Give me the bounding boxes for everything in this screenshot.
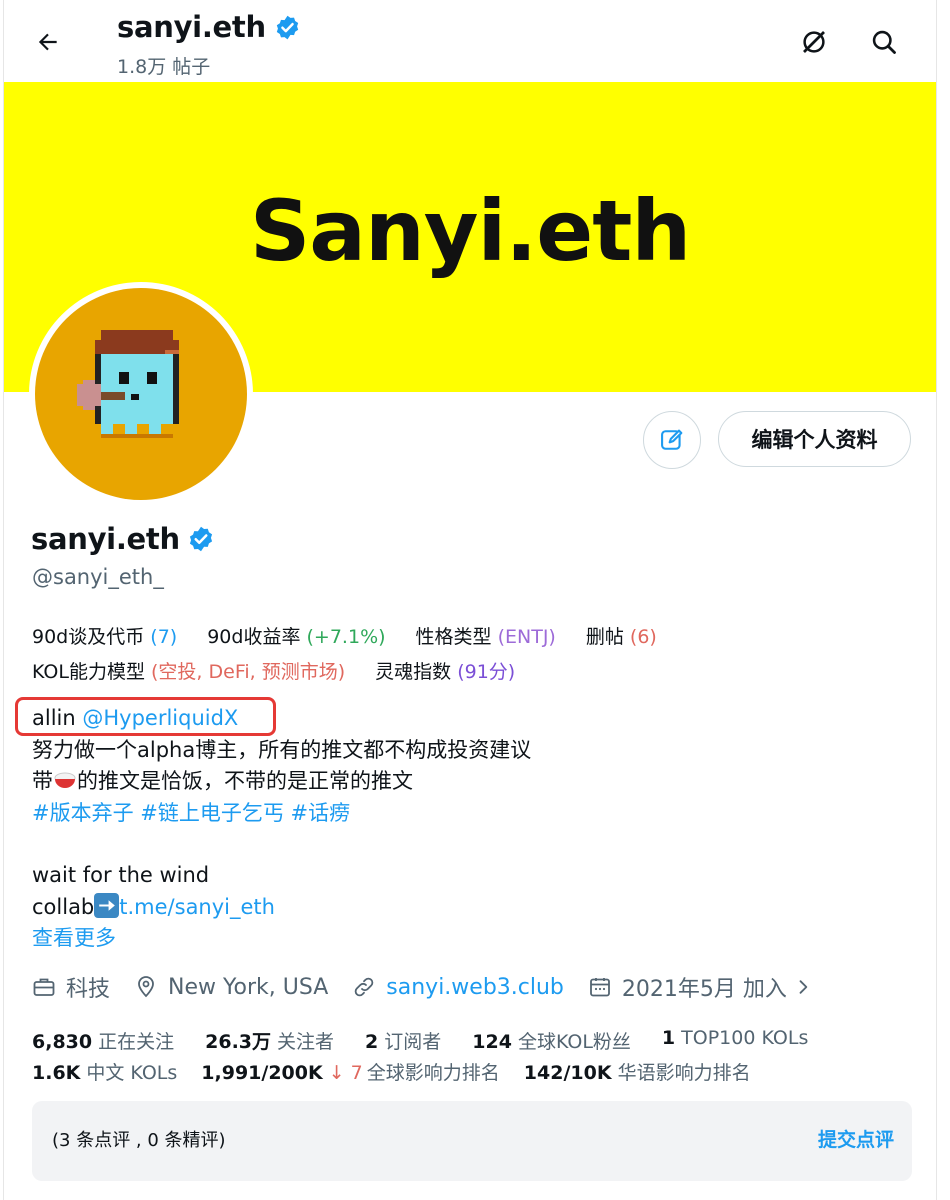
profile-page: sanyi.eth 1.8万 帖子 Sanyi.eth 编辑个人资料 sanyi… xyxy=(3,0,937,1200)
highlight-box xyxy=(15,697,276,736)
rank-delta: ↓ 7 xyxy=(328,1062,363,1084)
verified-badge-icon xyxy=(276,15,299,39)
arrow-left-icon xyxy=(38,33,57,51)
back-button[interactable] xyxy=(30,24,66,60)
briefcase-icon xyxy=(33,978,55,996)
tag-tokens-mentioned[interactable]: 90d谈及代币 (7) xyxy=(32,622,177,649)
tag-90d-return[interactable]: 90d收益率 (+7.1%) xyxy=(207,622,385,649)
header-name: sanyi.eth xyxy=(117,10,266,44)
chinese-influence-rank[interactable]: 142/10K 华语影响力排名 xyxy=(524,1058,751,1085)
subscribers-count[interactable]: 2 订阅者 xyxy=(365,1027,441,1054)
link-icon xyxy=(355,977,374,997)
review-summary: (3 条点评 , 0 条精评) xyxy=(52,1130,226,1151)
show-more-link[interactable]: 查看更多 xyxy=(32,923,531,955)
search-icon xyxy=(872,30,896,54)
meta-website[interactable]: sanyi.web3.club xyxy=(352,975,564,1000)
chevron-right-icon xyxy=(799,980,808,994)
bio-line: wait for the wind xyxy=(32,863,210,887)
profile-meta: 科技 New York, USA sanyi.web3.club 2021年5月… xyxy=(32,970,837,1004)
verified-badge-icon xyxy=(189,526,212,552)
global-kol-followers[interactable]: 124 全球KOL粉丝 xyxy=(472,1027,631,1054)
hashtags[interactable]: #版本弃子 #链上电子乞丐 #话痨 xyxy=(32,798,531,830)
tag-kol-model[interactable]: KOL能力模型 (空投, DeFi, 预测市场) xyxy=(32,657,345,684)
arrow-right-icon xyxy=(94,892,120,918)
tag-soul-index[interactable]: 灵魂指数 (91分) xyxy=(375,657,515,684)
top100-kols[interactable]: 1 TOP100 KOLs xyxy=(662,1027,808,1054)
edit-profile-button[interactable]: 编辑个人资料 xyxy=(718,411,911,467)
global-influence-rank[interactable]: 1,991/200K ↓ 7 全球影响力排名 xyxy=(201,1058,500,1085)
post-count: 1.8万 帖子 xyxy=(117,56,211,78)
grok-button[interactable] xyxy=(794,22,834,62)
tag-deleted-posts[interactable]: 删帖 (6) xyxy=(586,622,657,649)
bio: allin @HyperliquidX 努力做一个alpha博主，所有的推文都不… xyxy=(32,703,531,955)
header-title: sanyi.eth xyxy=(117,10,301,44)
top-header: sanyi.eth 1.8万 帖子 xyxy=(4,0,936,82)
search-button[interactable] xyxy=(864,22,904,62)
calendar-icon xyxy=(590,978,610,997)
submit-review-button[interactable]: 提交点评 xyxy=(818,1125,894,1152)
meta-category: 科技 xyxy=(32,971,110,1003)
meta-location: New York, USA xyxy=(134,975,328,1000)
rice-bowl-icon xyxy=(53,769,77,791)
kol-tags-row-2: KOL能力模型 (空投, DeFi, 预测市场) 灵魂指数 (91分) xyxy=(32,657,545,684)
bio-line: 努力做一个alpha博主，所有的推文都不构成投资建议 xyxy=(32,737,532,762)
location-pin-icon xyxy=(138,976,154,998)
display-name: sanyi.eth xyxy=(31,522,180,556)
avatar-image xyxy=(35,288,247,500)
user-handle: @sanyi_eth_ xyxy=(32,565,164,589)
pixel-ghost-icon xyxy=(77,330,179,438)
follow-stats-row-1: 6,830 正在关注 26.3万 关注者 2 订阅者 124 全球KOL粉丝 1 TOP1… xyxy=(32,1027,839,1054)
review-panel: (3 条点评 , 0 条精评) 提交点评 xyxy=(32,1101,912,1181)
following-count[interactable]: 6,830 正在关注 xyxy=(32,1027,174,1054)
tag-personality[interactable]: 性格类型 (ENTJ) xyxy=(416,622,556,649)
telegram-link[interactable]: t.me/sanyi_eth xyxy=(119,895,275,919)
edit-icon-button[interactable] xyxy=(643,411,701,469)
chinese-kols[interactable]: 1.6K 中文 KOLs xyxy=(32,1058,177,1085)
pencil-edit-icon xyxy=(661,429,683,450)
avatar[interactable] xyxy=(29,282,253,506)
bio-line-collab: collab t.me/sanyi_eth xyxy=(32,892,275,919)
banner-text: Sanyi.eth xyxy=(249,182,691,280)
follow-stats-row-2: 1.6K 中文 KOLs 1,991/200K ↓ 7 全球影响力排名 142/10K… xyxy=(32,1058,782,1085)
kol-tags-row-1: 90d谈及代币 (7) 90d收益率 (+7.1%) 性格类型 (ENTJ) 删… xyxy=(32,622,687,649)
followers-count[interactable]: 26.3万 关注者 xyxy=(205,1027,334,1054)
bio-line: 带的推文是恰饭，不带的是正常的推文 xyxy=(32,769,413,793)
profile-name: sanyi.eth xyxy=(31,522,215,556)
meta-joined[interactable]: 2021年5月 加入 xyxy=(588,971,813,1003)
grok-icon xyxy=(803,31,825,53)
